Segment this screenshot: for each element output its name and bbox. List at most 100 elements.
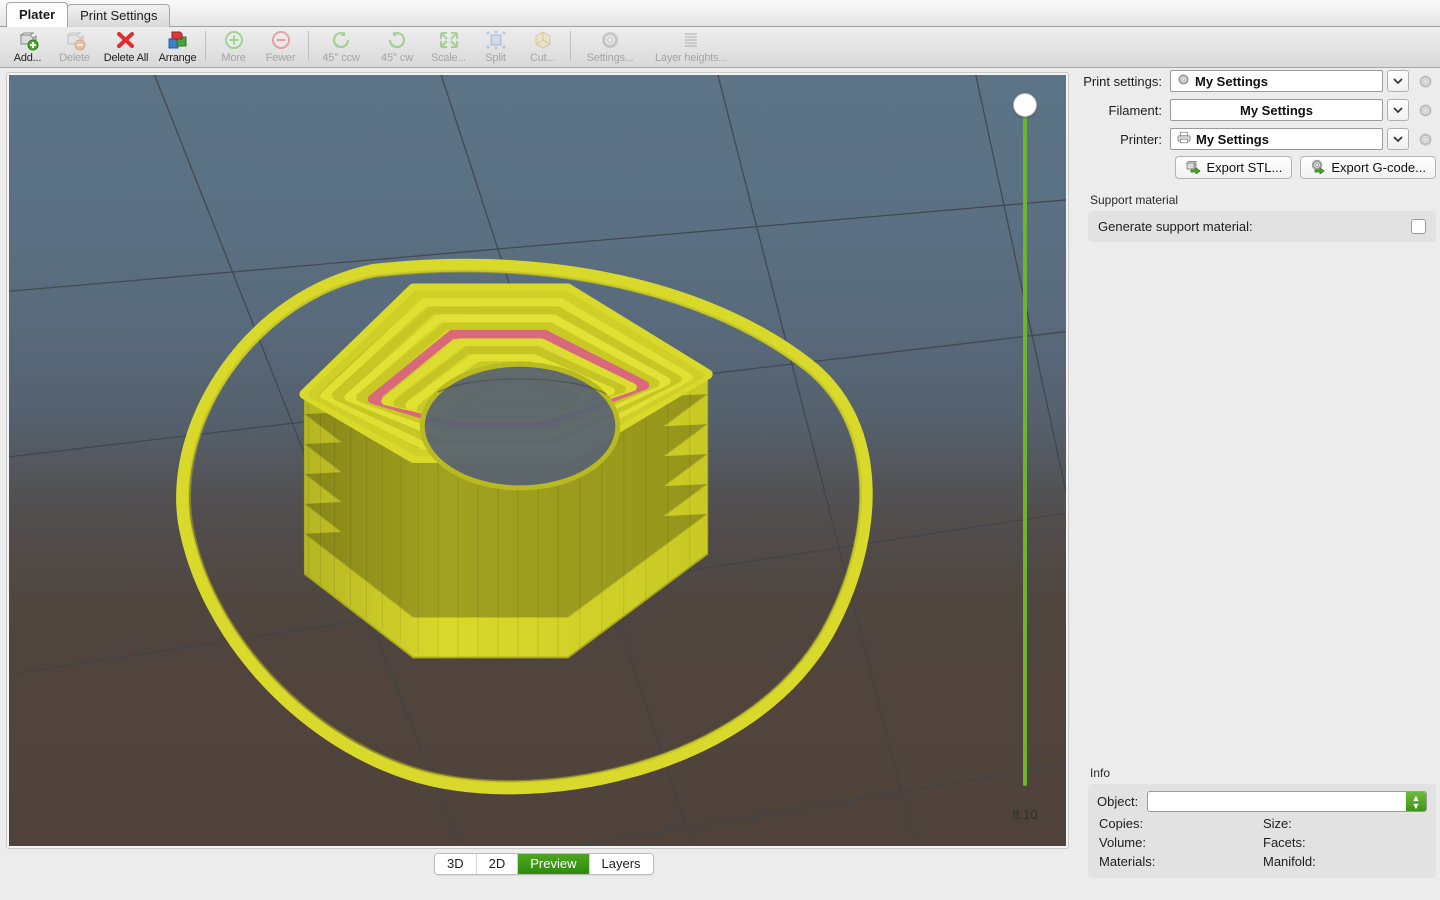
toolbar-add-label: Add... [13, 52, 42, 64]
toolbar-separator-3 [570, 31, 571, 61]
preset-row-filament: Filament: My Settings [1080, 98, 1440, 122]
rotate-ccw-icon [329, 29, 353, 51]
view-tab-layers[interactable]: Layers [589, 854, 653, 874]
info-object-row: Object: ▲ ▼ [1097, 791, 1427, 812]
info-panel: Info Object: ▲ ▼ Copies: Size: Volume: F… [1088, 766, 1436, 878]
toolbar-fewer-label: Fewer [265, 52, 296, 64]
toolbar-arrange-label: Arrange [158, 52, 197, 64]
toolbar-rotate-cw-button[interactable]: 45° cw [369, 27, 425, 68]
info-object-spinner[interactable]: ▲ ▼ [1406, 792, 1426, 811]
toolbar-delete-all-button[interactable]: Delete All [98, 27, 154, 68]
print-settings-label: Print settings: [1083, 73, 1162, 89]
filament-combo[interactable]: My Settings [1170, 99, 1383, 121]
rotate-cw-icon [385, 29, 409, 51]
view-tab-3d[interactable]: 3D [435, 854, 477, 874]
cut-icon [531, 29, 555, 51]
filament-label: Filament: [1108, 102, 1162, 118]
toolbar-fewer-button[interactable]: Fewer [257, 27, 304, 68]
slic3r-window: Plater Print Settings Add... Delete Dele… [0, 0, 1440, 900]
info-copies-label: Copies: [1099, 816, 1144, 831]
3d-viewport[interactable]: 8.10 [9, 75, 1066, 846]
view-tab-preview[interactable]: Preview [518, 854, 590, 874]
viewport-frame: 8.10 [6, 72, 1069, 849]
print-settings-edit-gear-icon[interactable] [1414, 70, 1436, 92]
tab-plater[interactable]: Plater [6, 2, 69, 27]
layer-heights-icon [679, 29, 703, 51]
toolbar-rotate-cw-label: 45° cw [381, 52, 413, 64]
plus-circle-icon [222, 29, 246, 51]
info-manifold-label: Manifold: [1263, 854, 1316, 869]
printer-edit-gear-icon[interactable] [1414, 128, 1436, 150]
plater-toolbar: Add... Delete Delete All Arrange More Fe… [0, 27, 1440, 68]
toolbar-cut-button[interactable]: Cut... [519, 27, 566, 68]
layer-slider-knob[interactable] [1013, 93, 1037, 117]
export-button-row: Export STL... Export G-code... [1080, 156, 1440, 179]
toolbar-more-button[interactable]: More [210, 27, 257, 68]
toolbar-rotate-ccw-button[interactable]: 45° ccw [313, 27, 369, 68]
toolbar-delete-button[interactable]: Delete [51, 27, 98, 68]
support-material-group: Support material Generate support materi… [1080, 193, 1440, 242]
filament-dropdown-button[interactable] [1387, 99, 1409, 121]
toolbar-layer-heights-button[interactable]: Layer heights... [645, 27, 737, 68]
delete-all-icon [114, 29, 138, 51]
layer-slider[interactable]: 8.10 [1002, 87, 1048, 834]
export-stl-label: Export STL... [1206, 160, 1283, 175]
toolbar-arrange-button[interactable]: Arrange [154, 27, 201, 68]
gcode-preview-model [176, 258, 873, 795]
filament-edit-gear-icon[interactable] [1414, 99, 1436, 121]
view-mode-tabs: 3D 2D Preview Layers [434, 853, 654, 875]
toolbar-split-label: Split [485, 52, 506, 64]
export-stl-icon [1185, 159, 1202, 177]
printer-icon [1177, 131, 1191, 147]
generate-support-checkbox[interactable] [1411, 219, 1426, 234]
printer-dropdown-button[interactable] [1387, 128, 1409, 150]
filament-value: My Settings [1240, 102, 1313, 118]
info-materials-label: Materials: [1099, 854, 1156, 869]
printer-label: Printer: [1120, 131, 1162, 147]
add-object-icon [16, 29, 40, 51]
export-gcode-icon [1310, 159, 1326, 177]
view-tab-2d[interactable]: 2D [476, 854, 519, 874]
toolbar-delete-all-label: Delete All [103, 52, 149, 64]
toolbar-add-button[interactable]: Add... [4, 27, 51, 68]
info-size-label: Size: [1263, 816, 1292, 831]
support-material-box: Generate support material: [1088, 211, 1436, 242]
split-icon [484, 29, 508, 51]
toolbar-split-button[interactable]: Split [472, 27, 519, 68]
generate-support-label: Generate support material: [1098, 219, 1253, 234]
toolbar-scale-button[interactable]: Scale... [425, 27, 472, 68]
arrange-icon [166, 29, 190, 51]
chevron-down-icon: ▼ [1411, 800, 1421, 811]
chevron-down-icon [1393, 101, 1403, 119]
toolbar-separator-1 [205, 31, 206, 61]
export-gcode-label: Export G-code... [1331, 160, 1426, 175]
info-title: Info [1090, 766, 1111, 780]
export-stl-button[interactable]: Export STL... [1175, 156, 1293, 179]
delete-object-icon [63, 29, 87, 51]
print-settings-gear-icon [1177, 73, 1190, 89]
tab-list: Plater Print Settings [0, 0, 1440, 27]
printer-value: My Settings [1196, 131, 1269, 147]
toolbar-scale-label: Scale... [430, 52, 467, 64]
layer-slider-value: 8.10 [1012, 807, 1038, 822]
chevron-down-icon [1393, 72, 1403, 90]
scale-icon [437, 29, 461, 51]
toolbar-settings-button[interactable]: Settings... [575, 27, 645, 68]
export-gcode-button[interactable]: Export G-code... [1300, 156, 1436, 179]
info-object-field[interactable]: ▲ ▼ [1147, 791, 1427, 812]
tab-print-settings[interactable]: Print Settings [67, 4, 171, 27]
toolbar-separator-2 [308, 31, 309, 61]
layer-slider-track[interactable] [1023, 105, 1027, 786]
settings-gear-icon [598, 29, 622, 51]
toolbar-rotate-ccw-label: 45° ccw [322, 52, 360, 64]
toolbar-delete-label: Delete [59, 52, 90, 64]
info-box: Object: ▲ ▼ Copies: Size: Volume: Facets… [1088, 784, 1436, 878]
print-settings-dropdown-button[interactable] [1387, 70, 1409, 92]
info-fields-grid: Copies: Size: Volume: Facets: Materials:… [1097, 816, 1427, 869]
toolbar-settings-label: Settings... [586, 52, 634, 64]
info-object-value[interactable] [1148, 792, 1406, 811]
info-object-label: Object: [1097, 794, 1139, 809]
printer-combo[interactable]: My Settings [1170, 128, 1383, 150]
preset-row-printer: Printer: My Settings [1080, 127, 1440, 151]
print-settings-combo[interactable]: My Settings [1170, 70, 1383, 92]
